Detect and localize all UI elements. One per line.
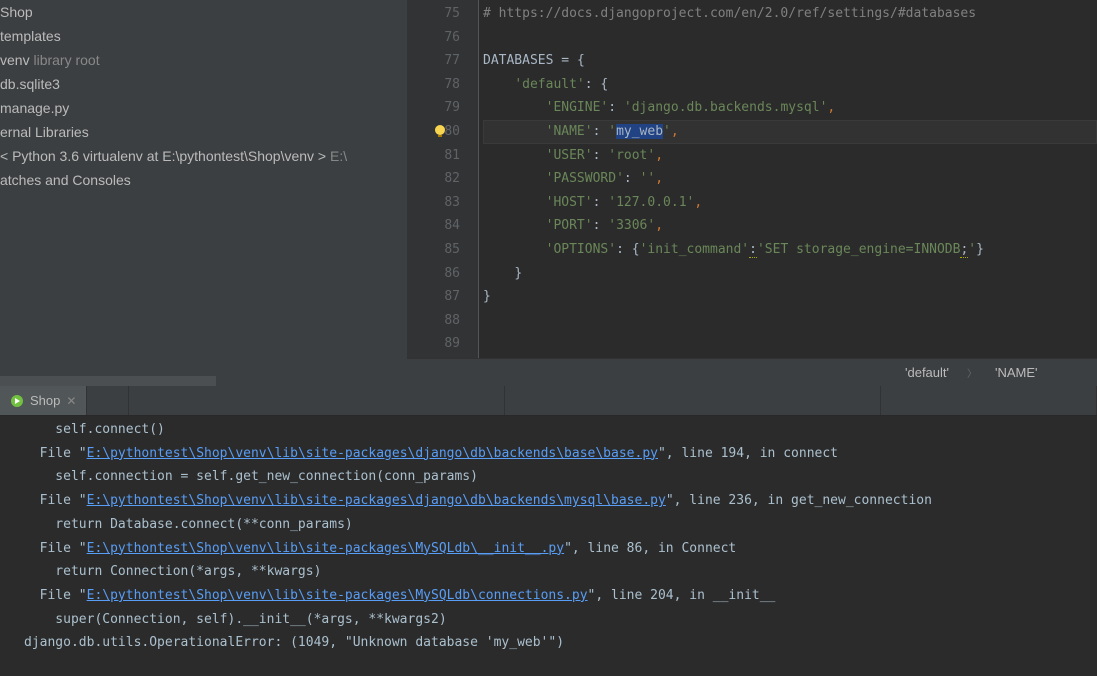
code-line[interactable]: 'HOST': '127.0.0.1',: [483, 191, 1097, 215]
console-line: self.connect(): [24, 418, 1097, 442]
tree-item[interactable]: atches and Consoles: [0, 168, 407, 192]
code-line[interactable]: 'ENGINE': 'django.db.backends.mysql',: [483, 96, 1097, 120]
console-line: File "E:\pythontest\Shop\venv\lib\site-p…: [24, 489, 1097, 513]
editor-code[interactable]: # https://docs.djangoproject.com/en/2.0/…: [479, 0, 1097, 358]
tree-item[interactable]: venv library root: [0, 48, 407, 72]
line-number: 86: [407, 262, 460, 286]
code-line[interactable]: }: [483, 262, 1097, 286]
tree-item[interactable]: ernal Libraries: [0, 120, 407, 144]
traceback-file-link[interactable]: E:\pythontest\Shop\venv\lib\site-package…: [87, 446, 658, 461]
line-number: 84: [407, 214, 460, 238]
python-icon: [10, 394, 24, 408]
tree-item[interactable]: db.sqlite3: [0, 72, 407, 96]
sidebar-horizontal-scrollbar[interactable]: [0, 376, 216, 386]
console-line: super(Connection, self).__init__(*args, …: [24, 608, 1097, 632]
tree-item[interactable]: manage.py: [0, 96, 407, 120]
console-line: File "E:\pythontest\Shop\venv\lib\site-p…: [24, 584, 1097, 608]
code-line[interactable]: DATABASES = {: [483, 49, 1097, 73]
code-line[interactable]: 'OPTIONS': {'init_command':'SET storage_…: [483, 238, 1097, 262]
line-number: 77: [407, 49, 460, 73]
breadcrumb-item[interactable]: 'NAME': [995, 365, 1038, 380]
line-number: 82: [407, 167, 460, 191]
traceback-file-link[interactable]: E:\pythontest\Shop\venv\lib\site-package…: [87, 541, 564, 556]
line-number: 78: [407, 73, 460, 97]
code-line[interactable]: 'NAME': 'my_web',: [483, 120, 1097, 144]
console-line: File "E:\pythontest\Shop\venv\lib\site-p…: [24, 442, 1097, 466]
code-line[interactable]: 'USER': 'root',: [483, 144, 1097, 168]
line-number: 81: [407, 144, 460, 168]
tree-item[interactable]: templates: [0, 24, 407, 48]
run-console-output[interactable]: self.connect() File "E:\pythontest\Shop\…: [0, 416, 1097, 676]
editor-gutter: 757677787980818283848586878889: [407, 0, 479, 358]
console-line: return Connection(*args, **kwargs): [24, 560, 1097, 584]
traceback-file-link[interactable]: E:\pythontest\Shop\venv\lib\site-package…: [87, 588, 588, 603]
run-tab-shop[interactable]: Shop ✕: [0, 386, 87, 415]
code-line[interactable]: 'PORT': '3306',: [483, 214, 1097, 238]
console-line: django.db.utils.OperationalError: (1049,…: [24, 631, 1097, 655]
code-line[interactable]: [483, 26, 1097, 50]
line-number: 83: [407, 191, 460, 215]
tree-item[interactable]: Shop: [0, 0, 407, 24]
code-line[interactable]: [483, 332, 1097, 356]
console-line: return Database.connect(**conn_params): [24, 513, 1097, 537]
run-tab-label: Shop: [30, 393, 60, 408]
code-line[interactable]: # https://docs.djangoproject.com/en/2.0/…: [483, 2, 1097, 26]
code-line[interactable]: [483, 309, 1097, 333]
traceback-file-link[interactable]: E:\pythontest\Shop\venv\lib\site-package…: [87, 493, 666, 508]
console-line: self.connection = self.get_new_connectio…: [24, 465, 1097, 489]
project-tree[interactable]: Shoptemplatesvenv library rootdb.sqlite3…: [0, 0, 407, 386]
code-editor[interactable]: 757677787980818283848586878889 # https:/…: [407, 0, 1097, 386]
line-number: 87: [407, 285, 460, 309]
intention-bulb-icon[interactable]: [433, 123, 447, 137]
line-number: 85: [407, 238, 460, 262]
line-number: 89: [407, 332, 460, 356]
line-number: 76: [407, 26, 460, 50]
line-number: 88: [407, 309, 460, 333]
line-number: 79: [407, 96, 460, 120]
breadcrumb-item[interactable]: 'default': [905, 365, 949, 380]
console-line: File "E:\pythontest\Shop\venv\lib\site-p…: [24, 537, 1097, 561]
code-line[interactable]: 'PASSWORD': '',: [483, 167, 1097, 191]
tree-item[interactable]: < Python 3.6 virtualenv at E:\pythontest…: [0, 144, 407, 168]
run-tool-tabbar[interactable]: Shop ✕: [0, 386, 1097, 416]
close-icon[interactable]: ✕: [66, 394, 76, 408]
code-line[interactable]: }: [483, 285, 1097, 309]
editor-breadcrumb[interactable]: 'default' 〉 'NAME': [407, 358, 1097, 386]
chevron-right-icon: 〉: [967, 365, 977, 380]
code-line[interactable]: 'default': {: [483, 73, 1097, 97]
line-number: 75: [407, 2, 460, 26]
